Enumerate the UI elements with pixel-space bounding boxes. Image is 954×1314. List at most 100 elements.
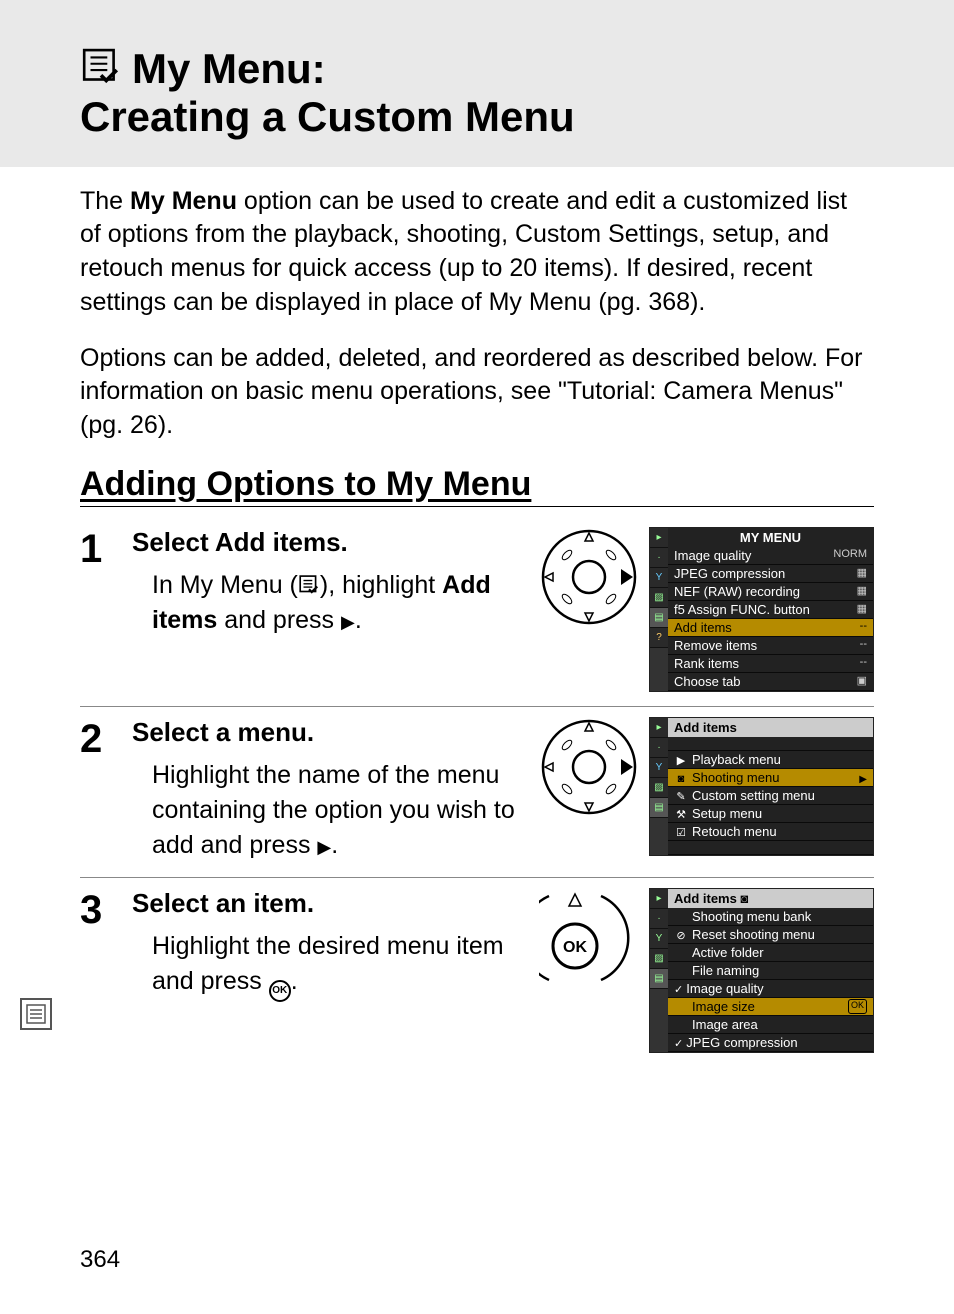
screen-row: JPEG compression ▦ [668, 565, 873, 583]
screen-row: JPEG compression [668, 1034, 873, 1052]
row-label: Add items [674, 620, 732, 635]
row-label: Reset shooting menu [692, 927, 815, 942]
row-label: File naming [674, 963, 759, 978]
step-heading: Select a menu. [132, 717, 527, 748]
row-label: Image quality [674, 548, 751, 563]
screen-row: ✎ Custom setting menu [668, 787, 873, 805]
row-label: Image quality [674, 981, 764, 996]
ok-button-press-icon: OK [539, 888, 639, 988]
row-label: Image size [674, 999, 755, 1014]
row-label: Retouch menu [692, 824, 777, 839]
row-val: ▣ [857, 674, 867, 689]
right-arrow-icon: ▶ [341, 612, 355, 632]
camera-screen-3: ▸·Y▨▤ Add items ◙ Shooting menu bank ⊘ Re… [649, 888, 874, 1053]
screen-row [668, 841, 873, 855]
step-body: In My Menu (), highlight Add items and p… [132, 568, 527, 638]
screen-row: Shooting menu bank [668, 908, 873, 926]
row-label: Playback menu [692, 752, 781, 767]
row-label: Choose tab [674, 674, 741, 689]
screen-title: Add items [668, 718, 873, 737]
screen-row: Image quality [668, 980, 873, 998]
row-val: NORM [833, 548, 867, 563]
screen-row: ☑ Retouch menu [668, 823, 873, 841]
my-menu-icon [80, 48, 122, 90]
screen-tab-column: ▸·Y▨▤ [650, 889, 668, 1052]
camera-screen-1: ▸·Y▨▤? MY MENU Image quality NORM JPEG co… [649, 527, 874, 692]
page-title: My Menu: Creating a Custom Menu [80, 45, 874, 142]
intro-paragraph-1: The My Menu option can be used to create… [80, 185, 874, 320]
step-heading: Select an item. [132, 888, 527, 919]
screen-row: Rank items -- [668, 655, 873, 673]
text: and press [217, 606, 341, 634]
screen-row: Active folder [668, 944, 873, 962]
screen-row: ⊘ Reset shooting menu [668, 926, 873, 944]
my-menu-icon [298, 575, 320, 597]
step-number: 2 [80, 717, 120, 863]
row-label: JPEG compression [674, 1035, 798, 1050]
row-val: -- [860, 656, 867, 671]
screen-row: f5 Assign FUNC. button▦ [668, 601, 873, 619]
step-number: 1 [80, 527, 120, 692]
row-label: Rank items [674, 656, 739, 671]
step-heading: Select Add items. [132, 527, 527, 558]
row-label: JPEG compression [674, 566, 785, 581]
shooting-icon: ◙ [674, 773, 688, 785]
title-line-1: My Menu: [132, 45, 326, 93]
setup-icon: ⚒ [674, 808, 688, 821]
ok-button-icon: OK [269, 980, 291, 1002]
row-label: Remove items [674, 638, 757, 653]
multi-selector-icon [539, 527, 639, 627]
row-label: Active folder [674, 945, 764, 960]
reset-icon: ⊘ [674, 929, 688, 942]
retouch-icon: ☑ [674, 826, 688, 839]
row-label: Setup menu [692, 806, 762, 821]
row-val: -- [860, 620, 867, 635]
screen-row: File naming [668, 962, 873, 980]
text: ), highlight [320, 571, 442, 599]
custom-icon: ✎ [674, 790, 688, 803]
playback-icon: ▶ [674, 754, 688, 767]
step-3: 3 Select an item. Highlight the desired … [80, 877, 874, 1067]
row-val: ▦ [857, 584, 867, 599]
screen-title: Add items ◙ [668, 889, 873, 908]
row-val: ▦ [857, 602, 867, 617]
row-label: Shooting menu [692, 770, 779, 785]
text: Highlight the name of the menu containin… [152, 761, 515, 859]
title-line-2: Creating a Custom Menu [80, 93, 874, 141]
step-2: 2 Select a menu. Highlight the name of t… [80, 706, 874, 877]
screen-row: ⚒ Setup menu [668, 805, 873, 823]
screen-row-highlighted: Add items -- [668, 619, 873, 637]
page-number: 364 [80, 1246, 120, 1274]
step-body: Highlight the desired menu item and pres… [132, 929, 527, 1002]
svg-text:OK: OK [563, 939, 587, 956]
row-label: NEF (RAW) recording [674, 584, 800, 599]
step-body: Highlight the name of the menu containin… [132, 758, 527, 863]
page-header: My Menu: Creating a Custom Menu [0, 0, 954, 167]
multi-selector-icon [539, 717, 639, 817]
row-label: Image area [674, 1017, 758, 1032]
row-val: ▦ [857, 566, 867, 581]
side-menu-icon [20, 998, 52, 1030]
row-label: Shooting menu bank [674, 909, 811, 924]
text: In My Menu ( [152, 571, 298, 599]
screen-row: Image quality NORM [668, 547, 873, 565]
screen-row [668, 737, 873, 751]
intro-paragraph-2: Options can be added, deleted, and reord… [80, 342, 874, 443]
row-label: Custom setting menu [692, 788, 815, 803]
screen-tab-column: ▸·Y▨▤? [650, 528, 668, 691]
screen-row: Image area [668, 1016, 873, 1034]
camera-screen-2: ▸·Y▨▤ Add items ▶ Playback menu ◙ Shooting… [649, 717, 874, 856]
screen-tab-column: ▸·Y▨▤ [650, 718, 668, 855]
step-1: 1 Select Add items. In My Menu ( ), highl… [80, 517, 874, 706]
screen-title: MY MENU [668, 528, 873, 547]
screen-row-highlighted: Image size OK [668, 998, 873, 1016]
screen-row-highlighted: ◙ Shooting menu [668, 769, 873, 787]
intro-text: The [80, 187, 130, 215]
right-arrow-icon [857, 770, 867, 785]
right-arrow-icon: ▶ [317, 837, 331, 857]
screen-row: Choose tab ▣ [668, 673, 873, 691]
intro-bold: My Menu [130, 187, 237, 215]
row-val: -- [860, 638, 867, 653]
ok-badge: OK [848, 999, 867, 1014]
screen-row: Remove items -- [668, 637, 873, 655]
